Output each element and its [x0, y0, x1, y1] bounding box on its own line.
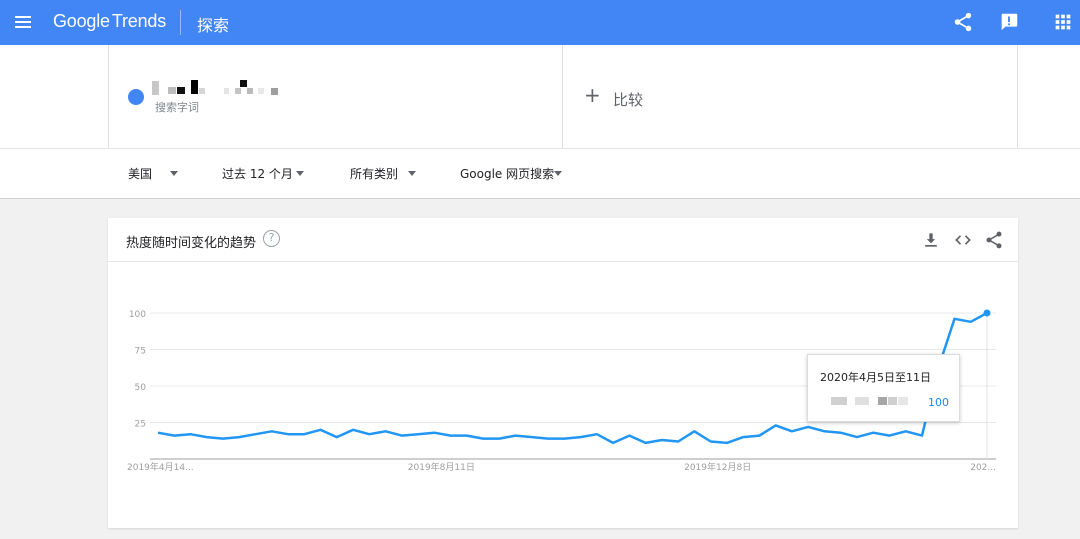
search-type-filter-label: Google 网页搜索 [460, 167, 555, 181]
y-tick-label: 100 [129, 310, 146, 320]
embed-code-icon[interactable] [953, 230, 973, 250]
x-tick-label: 2019年4月14... [127, 461, 194, 473]
apps-icon[interactable] [1052, 11, 1074, 33]
x-tick-label: 2019年8月11日 [408, 461, 475, 473]
y-tick-label: 75 [135, 347, 146, 357]
chevron-down-icon [554, 171, 562, 176]
tooltip-term-redacted [831, 397, 911, 407]
time-range-filter-label: 过去 12 个月 [222, 167, 293, 181]
chevron-down-icon [408, 171, 416, 176]
menu-icon[interactable] [12, 10, 34, 34]
chart-tooltip: 2020年4月5日至11日 100 [807, 354, 960, 422]
x-tick-label: 202... [970, 463, 996, 473]
tooltip-date: 2020年4月5日至11日 [820, 371, 931, 384]
download-icon[interactable] [921, 230, 941, 250]
add-icon: + [584, 83, 601, 107]
google-trends-logo[interactable]: Google Trends [53, 11, 166, 32]
compare-label: 比较 [613, 91, 644, 109]
y-tick-label: 25 [135, 420, 146, 430]
help-icon[interactable]: ? [263, 230, 280, 247]
tooltip-value: 100 [928, 396, 949, 409]
feedback-icon[interactable] [998, 11, 1020, 33]
series-color-dot [128, 89, 144, 105]
y-tick-label: 50 [135, 383, 147, 393]
card-header: 热度随时间变化的趋势 ? [108, 218, 1018, 262]
chevron-down-icon [296, 171, 304, 176]
region-filter-label: 美国 [128, 167, 153, 181]
header-divider [180, 10, 181, 35]
compare-button[interactable]: + 比较 [563, 45, 1018, 148]
x-tick-label: 2019年12月8日 [684, 461, 751, 473]
filter-bar: 美国 过去 12 个月 所有类别 Google 网页搜索 [0, 148, 1080, 199]
top-app-bar: Google Trends 探索 [0, 0, 1080, 45]
category-filter-label: 所有类别 [350, 167, 399, 181]
search-terms-panel: 搜索字词 + 比较 [0, 45, 1080, 148]
search-term-card[interactable]: 搜索字词 [108, 45, 563, 148]
card-title: 热度随时间变化的趋势 [126, 236, 257, 251]
search-type-filter[interactable]: Google 网页搜索 [460, 165, 566, 182]
share-icon[interactable] [984, 230, 1004, 250]
highlighted-data-point [983, 309, 991, 317]
region-filter[interactable]: 美国 [128, 165, 183, 182]
chevron-down-icon [170, 171, 178, 176]
time-range-filter[interactable]: 过去 12 个月 [222, 165, 308, 182]
category-filter[interactable]: 所有类别 [350, 165, 420, 182]
search-term-type: 搜索字词 [155, 101, 199, 114]
page-title: 探索 [197, 16, 230, 35]
search-term-redacted [150, 79, 290, 97]
share-icon[interactable] [952, 11, 974, 33]
